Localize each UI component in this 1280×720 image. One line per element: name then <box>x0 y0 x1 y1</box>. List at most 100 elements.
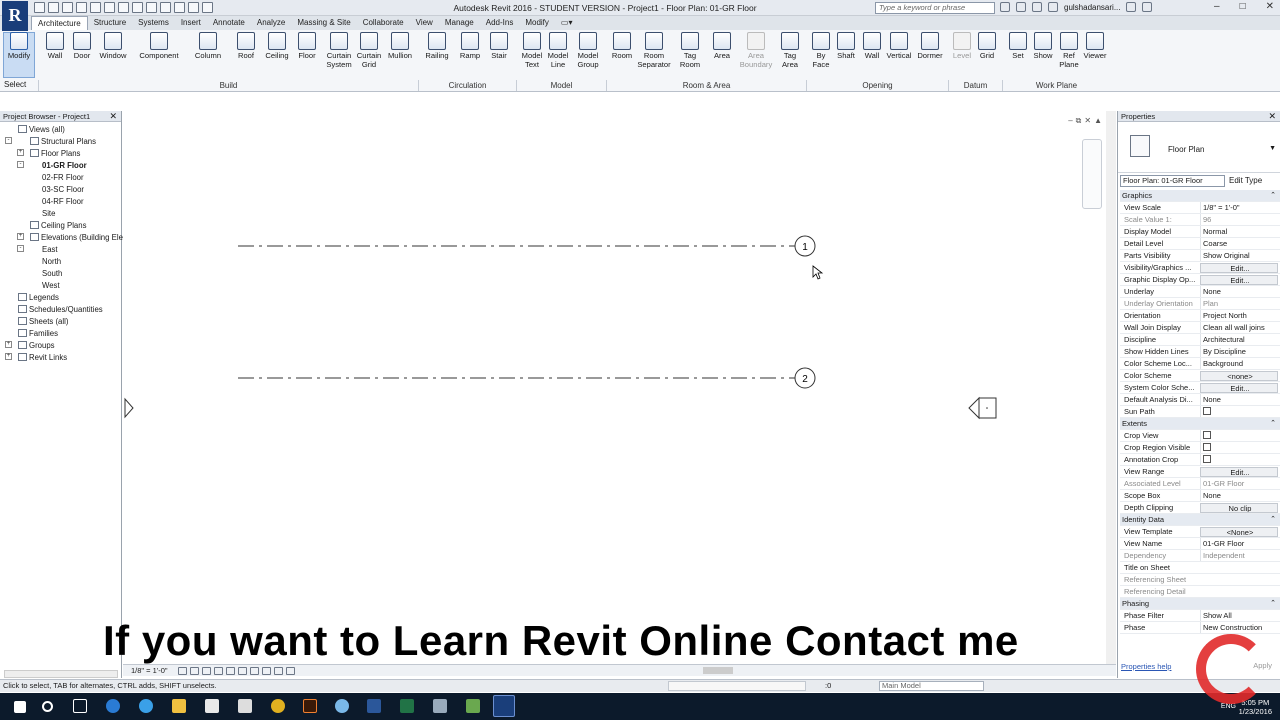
excel-icon[interactable] <box>400 699 414 713</box>
property-button[interactable]: Edit... <box>1200 275 1278 285</box>
property-value[interactable]: Clean all wall joins <box>1200 322 1278 333</box>
revit-logo[interactable]: R <box>2 1 28 31</box>
minimize-icon[interactable]: – <box>1214 1 1220 12</box>
tree-item[interactable]: North <box>42 257 61 267</box>
tree-item[interactable]: 03-SC Floor <box>42 185 84 195</box>
checkbox[interactable] <box>1203 455 1211 463</box>
property-value[interactable]: Show Original <box>1200 250 1278 261</box>
tree-item[interactable]: 01-GR Floor <box>42 161 87 171</box>
collapse-icon[interactable]: ⌃ <box>1270 418 1276 429</box>
ramp-button[interactable]: Ramp <box>457 32 483 61</box>
tab-view[interactable]: View <box>410 16 439 30</box>
property-section[interactable]: Phasing ⌃ <box>1120 598 1280 610</box>
tree-item[interactable]: Ceiling Plans <box>30 221 87 231</box>
ceiling-button[interactable]: Ceiling <box>262 32 292 61</box>
property-value[interactable]: Project North <box>1200 310 1278 321</box>
tree-item[interactable]: Schedules/Quantities <box>18 305 103 315</box>
properties-help-link[interactable]: Properties help <box>1121 662 1171 671</box>
horizontal-scrollbar[interactable] <box>4 670 118 678</box>
restore-view-icon[interactable]: ⧉ <box>1076 116 1082 126</box>
dormer-button[interactable]: Dormer <box>914 32 946 61</box>
property-section[interactable]: Extents ⌃ <box>1120 418 1280 430</box>
property-checkbox-cell[interactable] <box>1200 430 1278 441</box>
temp-hide-icon[interactable] <box>262 667 271 675</box>
shaft-button[interactable]: Shaft <box>834 32 858 61</box>
language-indicator[interactable]: ENG <box>1221 703 1236 710</box>
word-icon[interactable] <box>367 699 381 713</box>
checkbox[interactable] <box>1203 443 1211 451</box>
tab-architecture[interactable]: Architecture <box>31 16 88 30</box>
checkbox[interactable] <box>1203 431 1211 439</box>
windows-start-icon[interactable] <box>14 701 26 713</box>
mullion-button[interactable]: Mullion <box>384 32 416 61</box>
tab-massing-site[interactable]: Massing & Site <box>291 16 356 30</box>
lock-icon[interactable] <box>250 667 259 675</box>
property-value[interactable]: By Discipline <box>1200 346 1278 357</box>
property-value[interactable]: None <box>1200 394 1278 405</box>
roof-button[interactable]: Roof <box>233 32 259 61</box>
property-value[interactable]: None <box>1200 286 1278 297</box>
status-input[interactable] <box>668 681 806 691</box>
tree-item[interactable]: Families <box>18 329 58 339</box>
property-checkbox-cell[interactable] <box>1200 406 1278 417</box>
ref-plane-button[interactable]: Ref Plane <box>1056 32 1082 69</box>
minimize-view-icon[interactable]: – <box>1068 116 1072 126</box>
property-value[interactable]: Show All <box>1200 610 1278 621</box>
close-icon[interactable]: ✕ <box>1268 111 1276 122</box>
collapse-icon[interactable]: ⌃ <box>1270 514 1276 525</box>
level-button[interactable]: Level <box>950 32 974 61</box>
tree-item[interactable]: Legends <box>18 293 59 303</box>
sun-path-icon[interactable] <box>202 667 211 675</box>
by-face-button[interactable]: By Face <box>810 32 832 69</box>
close-icon[interactable]: ✕ <box>109 111 117 122</box>
collapse-icon[interactable]: - <box>17 245 24 252</box>
area-button[interactable]: Area <box>708 32 736 61</box>
shadows-icon[interactable] <box>214 667 223 675</box>
detail-level-icon[interactable] <box>178 667 187 675</box>
star-icon[interactable] <box>1032 2 1042 12</box>
vertical-scrollbar[interactable] <box>1106 111 1116 667</box>
tree-item[interactable]: Elevations (Building Elev <box>30 233 127 243</box>
tree-item[interactable]: Sheets (all) <box>18 317 68 327</box>
tab-analyze[interactable]: Analyze <box>251 16 291 30</box>
property-checkbox-cell[interactable] <box>1200 442 1278 453</box>
vertical-button[interactable]: Vertical <box>884 32 914 61</box>
area-boundary-button[interactable]: Area Boundary <box>736 32 776 69</box>
tree-item[interactable]: Site <box>42 209 55 219</box>
tag-room-button[interactable]: Tag Room <box>676 32 704 69</box>
tab-add-ins[interactable]: Add-Ins <box>480 16 520 30</box>
project-icon[interactable] <box>466 699 480 713</box>
tree-item[interactable]: Views (all) <box>18 125 65 135</box>
chrome-icon[interactable] <box>271 699 285 713</box>
ribbon-options-icon[interactable]: ▭▾ <box>555 16 579 30</box>
task-view-icon[interactable] <box>73 699 87 713</box>
scroll-up-icon[interactable]: ▲ <box>1094 116 1102 126</box>
column-button[interactable]: Column <box>190 32 226 61</box>
model-text-button[interactable]: Model Text <box>518 32 546 69</box>
reveal-hidden-icon[interactable] <box>274 667 283 675</box>
close-view-icon[interactable]: ✕ <box>1084 116 1091 126</box>
collapse-icon[interactable]: - <box>17 161 24 168</box>
canvas-horizontal-scrollbar[interactable] <box>703 667 733 674</box>
exchange-icon[interactable] <box>1126 2 1137 12</box>
crop-view-icon[interactable] <box>226 667 235 675</box>
drawing-area[interactable]: 1 2 – ⧉ ✕ ▲ <box>123 111 1116 667</box>
property-button[interactable]: <None> <box>1200 527 1278 537</box>
property-value[interactable]: Normal <box>1200 226 1278 237</box>
tree-item[interactable]: West <box>42 281 60 291</box>
chevron-down-icon[interactable]: ▼ <box>1269 145 1276 152</box>
property-button[interactable]: <none> <box>1200 371 1278 381</box>
restore-icon[interactable]: □ <box>1240 1 1246 12</box>
file-explorer-icon[interactable] <box>172 699 186 713</box>
tag-area-button[interactable]: Tag Area <box>776 32 804 69</box>
tree-item[interactable]: 02-FR Floor <box>42 173 84 183</box>
property-value[interactable]: Architectural <box>1200 334 1278 345</box>
tree-item[interactable]: Floor Plans <box>30 149 80 159</box>
property-button[interactable]: Edit... <box>1200 467 1278 477</box>
calculator-icon[interactable] <box>205 699 219 713</box>
analytical-icon[interactable] <box>286 667 295 675</box>
show-button[interactable]: Show <box>1030 32 1056 61</box>
workset-selector[interactable]: Main Model <box>879 681 984 691</box>
expand-icon[interactable]: + <box>17 149 24 156</box>
user-icon[interactable] <box>1048 2 1058 12</box>
